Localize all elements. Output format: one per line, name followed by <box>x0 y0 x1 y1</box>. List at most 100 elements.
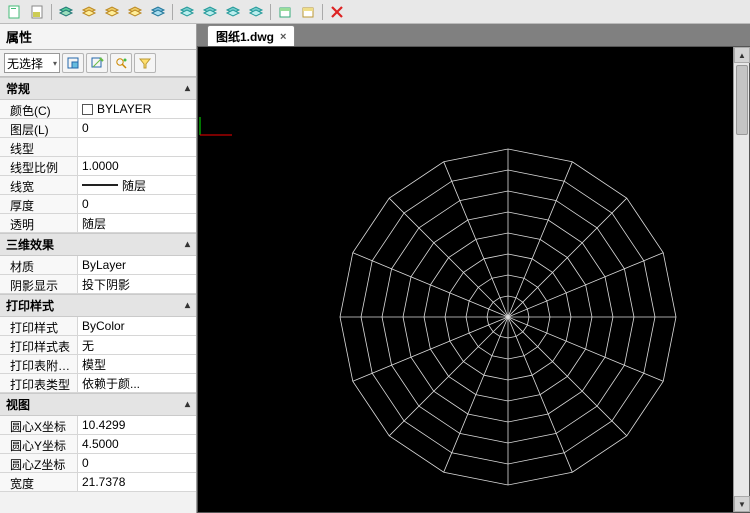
prop-label: 透明 <box>0 214 78 232</box>
tb-stack-blue-icon[interactable] <box>148 3 168 21</box>
prop-label: 宽度 <box>0 473 78 491</box>
lineweight-icon <box>82 184 118 186</box>
prop-label: 厚度 <box>0 195 78 213</box>
section-head-effect3d[interactable]: 三维效果 ▴ <box>0 233 196 256</box>
prop-value[interactable]: 10.4299 <box>78 416 196 434</box>
prop-value-text: ByLayer <box>82 258 126 272</box>
section-title: 视图 <box>6 396 30 413</box>
section-title: 常规 <box>6 80 30 97</box>
collapse-icon[interactable]: ▴ <box>185 239 190 250</box>
prop-label: 打印表类型 <box>0 374 78 392</box>
scroll-up-arrow-icon[interactable]: ▲ <box>734 47 750 63</box>
tb-stack-green-icon[interactable] <box>56 3 76 21</box>
collapse-icon[interactable]: ▴ <box>185 399 190 410</box>
prop-row[interactable]: 打印样式表无 <box>0 336 196 355</box>
tb-stack-yellow2-icon[interactable] <box>102 3 122 21</box>
prop-value-text: 依赖于颜... <box>82 375 140 392</box>
pin-icon[interactable] <box>86 53 108 73</box>
top-toolbar <box>0 0 750 24</box>
toggle-pip-icon[interactable] <box>62 53 84 73</box>
section-title: 打印样式 <box>6 297 54 314</box>
panel-title: 属性 <box>0 24 196 50</box>
prop-value[interactable]: 无 <box>78 336 196 354</box>
section-head-view[interactable]: 视图 ▴ <box>0 393 196 416</box>
prop-value[interactable] <box>78 138 196 156</box>
prop-value-text: 1.0000 <box>82 159 119 173</box>
prop-value[interactable]: BYLAYER <box>78 100 196 118</box>
tb-doc2-icon[interactable] <box>27 3 47 21</box>
prop-label: 线型 <box>0 138 78 156</box>
prop-row[interactable]: 打印样式ByColor <box>0 317 196 336</box>
prop-value-text: 0 <box>82 121 89 135</box>
section-head-plot[interactable]: 打印样式 ▴ <box>0 294 196 317</box>
selection-dropdown[interactable]: 无选择 ▾ <box>4 53 60 73</box>
file-tab-label: 图纸1.dwg <box>216 28 274 45</box>
qselect-icon[interactable] <box>110 53 132 73</box>
drawing-area: 图纸1.dwg × ▲ ▼ <box>197 24 750 513</box>
prop-value[interactable]: 随层 <box>78 214 196 232</box>
prop-row[interactable]: 打印表附加到模型 <box>0 355 196 374</box>
toolbar-separator <box>270 4 271 20</box>
collapse-icon[interactable]: ▴ <box>185 300 190 311</box>
tb-sheet-green-icon[interactable] <box>275 3 295 21</box>
prop-row[interactable]: 颜色(C)BYLAYER <box>0 100 196 119</box>
prop-value[interactable]: 4.5000 <box>78 435 196 453</box>
prop-value[interactable]: 0 <box>78 119 196 137</box>
file-tab[interactable]: 图纸1.dwg × <box>207 25 295 47</box>
section-head-general[interactable]: 常规 ▴ <box>0 77 196 100</box>
panel-tools: 无选择 ▾ <box>0 50 196 77</box>
prop-row[interactable]: 透明随层 <box>0 214 196 233</box>
prop-value[interactable]: 1.0000 <box>78 157 196 175</box>
tb-stack-teal4-icon[interactable] <box>246 3 266 21</box>
prop-value-text: 10.4299 <box>82 418 125 432</box>
prop-row[interactable]: 图层(L) 0 <box>0 119 196 138</box>
tb-stack-teal3-icon[interactable] <box>223 3 243 21</box>
prop-row[interactable]: 厚度0 <box>0 195 196 214</box>
tb-sheet-yellow-icon[interactable] <box>298 3 318 21</box>
prop-value[interactable]: ByColor <box>78 317 196 335</box>
prop-row[interactable]: 圆心Z坐标0 <box>0 454 196 473</box>
prop-row[interactable]: 阴影显示投下阴影 <box>0 275 196 294</box>
color-swatch-icon <box>82 104 93 115</box>
section-title: 三维效果 <box>6 236 54 253</box>
prop-value[interactable]: 模型 <box>78 355 196 373</box>
prop-row[interactable]: 宽度21.7378 <box>0 473 196 492</box>
prop-row[interactable]: 打印表类型依赖于颜... <box>0 374 196 393</box>
prop-value[interactable]: 0 <box>78 195 196 213</box>
prop-value-text: 投下阴影 <box>82 276 130 293</box>
prop-row[interactable]: 线宽随层 <box>0 176 196 195</box>
filter-icon[interactable] <box>134 53 156 73</box>
prop-value-text: 无 <box>82 337 94 354</box>
scroll-down-arrow-icon[interactable]: ▼ <box>734 496 750 512</box>
tb-stack-teal1-icon[interactable] <box>177 3 197 21</box>
prop-label: 颜色(C) <box>0 100 78 118</box>
vertical-scrollbar[interactable]: ▲ ▼ <box>733 47 749 512</box>
prop-value[interactable]: ByLayer <box>78 256 196 274</box>
prop-value[interactable]: 投下阴影 <box>78 275 196 293</box>
close-icon[interactable]: × <box>280 31 286 43</box>
tb-delete-x-icon[interactable] <box>327 3 347 21</box>
prop-value[interactable]: 依赖于颜... <box>78 374 196 392</box>
prop-value-text: 4.5000 <box>82 437 119 451</box>
scroll-thumb[interactable] <box>736 65 748 135</box>
prop-value[interactable]: 0 <box>78 454 196 472</box>
tb-stack-yellow1-icon[interactable] <box>79 3 99 21</box>
prop-label: 图层(L) <box>0 119 78 137</box>
prop-row[interactable]: 圆心X坐标10.4299 <box>0 416 196 435</box>
collapse-icon[interactable]: ▴ <box>185 83 190 94</box>
prop-label: 打印表附加到 <box>0 355 78 373</box>
prop-row[interactable]: 圆心Y坐标4.5000 <box>0 435 196 454</box>
tb-stack-yellow3-icon[interactable] <box>125 3 145 21</box>
tb-stack-teal2-icon[interactable] <box>200 3 220 21</box>
prop-row[interactable]: 材质 ByLayer <box>0 256 196 275</box>
tab-strip: 图纸1.dwg × <box>197 24 750 46</box>
viewport[interactable]: ▲ ▼ <box>197 46 750 513</box>
prop-row[interactable]: 线型 <box>0 138 196 157</box>
prop-value[interactable]: 21.7378 <box>78 473 196 491</box>
ucs-icon <box>194 115 234 145</box>
prop-value[interactable]: 随层 <box>78 176 196 194</box>
toolbar-separator <box>322 4 323 20</box>
prop-label: 材质 <box>0 256 78 274</box>
prop-row[interactable]: 线型比例1.0000 <box>0 157 196 176</box>
tb-doc1-icon[interactable] <box>4 3 24 21</box>
